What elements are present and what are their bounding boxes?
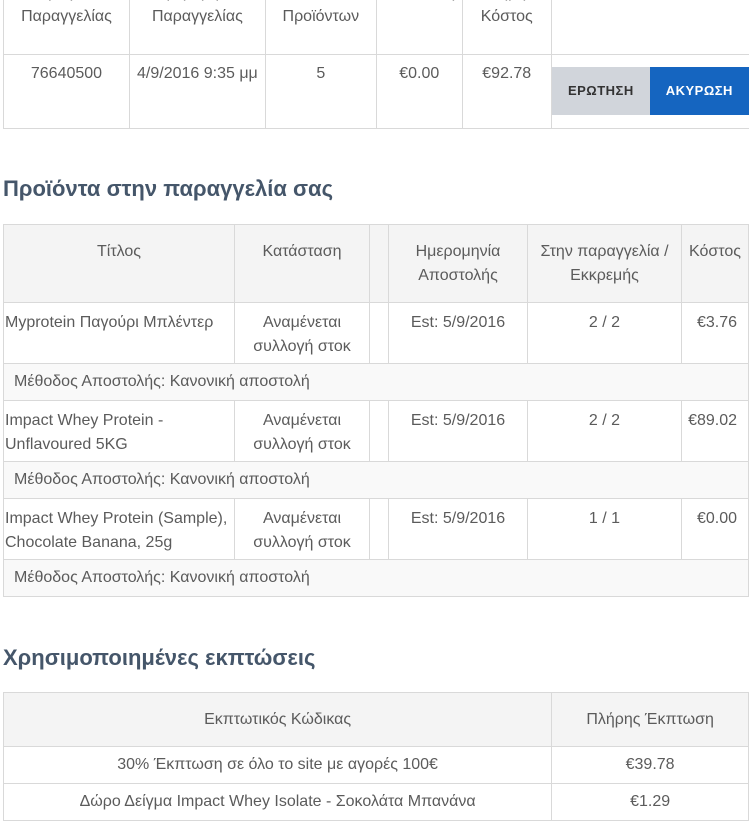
- discount-amount: €39.78: [551, 746, 749, 784]
- product-cost: €89.02: [681, 400, 749, 462]
- order-shipping-header: Αποστολή: [375, 0, 463, 55]
- order-row: 76640500 4/9/2016 9:35 μμ 5 €0.00 €92.78…: [3, 54, 749, 129]
- product-quantity: 1 / 1: [527, 498, 682, 560]
- order-header-row: Αριθμός Παραγγελίας Ημερομηνία Παραγγελί…: [3, 0, 749, 55]
- order-actions: ΕΡΩΤΗΣΗ ΑΚΥΡΩΣΗ: [550, 54, 749, 129]
- product-ship-date-header: Ημερομηνία Αποστολής: [388, 224, 528, 303]
- products-table: Τίτλος Κατάσταση Ημερομηνία Αποστολής Στ…: [3, 224, 749, 597]
- order-date-header: Ημερομηνία Παραγγελίας: [128, 0, 266, 55]
- product-status: Αναμένεται συλλογή στοκ: [234, 400, 370, 462]
- products-header-row: Τίτλος Κατάσταση Ημερομηνία Αποστολής Στ…: [3, 224, 749, 303]
- discount-amount: €1.29: [551, 783, 749, 821]
- product-ship-date: Est: 5/9/2016: [388, 400, 528, 462]
- product-spacer-header: [369, 224, 389, 303]
- product-row: Myprotein Παγούρι Μπλέντερ Αναμένεται συ…: [3, 302, 749, 364]
- product-ship-date: Est: 5/9/2016: [388, 302, 528, 364]
- shipping-method-row: Μέθοδος Αποστολής: Κανονική αποστολή: [3, 363, 749, 401]
- discounts-table: Εκπτωτικός Κώδικας Πλήρης Έκπτωση 30% Έκ…: [2, 692, 749, 821]
- discount-code: 30% Έκπτωση σε όλο το site με αγορές 100…: [2, 746, 553, 784]
- product-cost: €0.00: [681, 498, 749, 560]
- product-spacer: [369, 400, 389, 462]
- product-quantity: 2 / 2: [527, 302, 682, 364]
- discounts-header-row: Εκπτωτικός Κώδικας Πλήρης Έκπτωση: [2, 692, 749, 747]
- shipping-method: Μέθοδος Αποστολής: Κανονική αποστολή: [3, 461, 749, 499]
- shipping-method: Μέθοδος Αποστολής: Κανονική αποστολή: [3, 559, 749, 597]
- order-total-cost: €92.78: [461, 54, 552, 129]
- product-spacer: [369, 498, 389, 560]
- cancel-order-button[interactable]: ΑΚΥΡΩΣΗ: [649, 67, 749, 115]
- order-actions-header: [550, 0, 749, 55]
- product-title-header: Τίτλος: [3, 224, 235, 303]
- product-quantity: 2 / 2: [527, 400, 682, 462]
- order-items-count: 5: [264, 54, 377, 129]
- discount-row: Δώρο Δείγμα Impact Whey Isolate - Σοκολά…: [2, 783, 749, 821]
- product-ship-date: Est: 5/9/2016: [388, 498, 528, 560]
- order-items-header: Σύνολο Προϊόντων: [264, 0, 377, 55]
- discount-row: 30% Έκπτωση σε όλο το site με αγορές 100…: [2, 746, 749, 784]
- order-total-header: Πλήρης Κόστος: [461, 0, 552, 55]
- products-heading: Προϊόντα στην παραγγελία σας: [3, 176, 334, 201]
- discount-amount-header: Πλήρης Έκπτωση: [551, 692, 749, 747]
- product-row: Impact Whey Protein (Sample), Chocolate …: [3, 498, 749, 560]
- shipping-method-row: Μέθοδος Αποστολής: Κανονική αποστολή: [3, 461, 749, 499]
- question-button[interactable]: ΕΡΩΤΗΣΗ: [551, 67, 650, 115]
- discounts-heading: Χρησιμοποιημένες εκπτώσεις: [3, 645, 316, 670]
- order-shipping-cost: €0.00: [375, 54, 463, 129]
- product-title: Impact Whey Protein (Sample), Chocolate …: [3, 498, 235, 560]
- product-ordered-header: Στην παραγγελία / Εκκρεμής: [527, 224, 682, 303]
- order-number-header: Αριθμός Παραγγελίας: [3, 0, 130, 55]
- order-summary-table: Αριθμός Παραγγελίας Ημερομηνία Παραγγελί…: [3, 0, 749, 129]
- order-date: 4/9/2016 9:35 μμ: [128, 54, 266, 129]
- product-status: Αναμένεται συλλογή στοκ: [234, 302, 370, 364]
- product-cost: €3.76: [681, 302, 749, 364]
- order-number: 76640500: [3, 54, 130, 129]
- product-status: Αναμένεται συλλογή στοκ: [234, 498, 370, 560]
- discount-code-header: Εκπτωτικός Κώδικας: [2, 692, 553, 747]
- product-title: Impact Whey Protein - Unflavoured 5KG: [3, 400, 235, 462]
- product-row: Impact Whey Protein - Unflavoured 5KG Αν…: [3, 400, 749, 462]
- product-status-header: Κατάσταση: [234, 224, 370, 303]
- shipping-method: Μέθοδος Αποστολής: Κανονική αποστολή: [3, 363, 749, 401]
- product-cost-header: Κόστος: [681, 224, 749, 303]
- product-title: Myprotein Παγούρι Μπλέντερ: [3, 302, 235, 364]
- shipping-method-row: Μέθοδος Αποστολής: Κανονική αποστολή: [3, 559, 749, 597]
- discount-code: Δώρο Δείγμα Impact Whey Isolate - Σοκολά…: [2, 783, 553, 821]
- product-spacer: [369, 302, 389, 364]
